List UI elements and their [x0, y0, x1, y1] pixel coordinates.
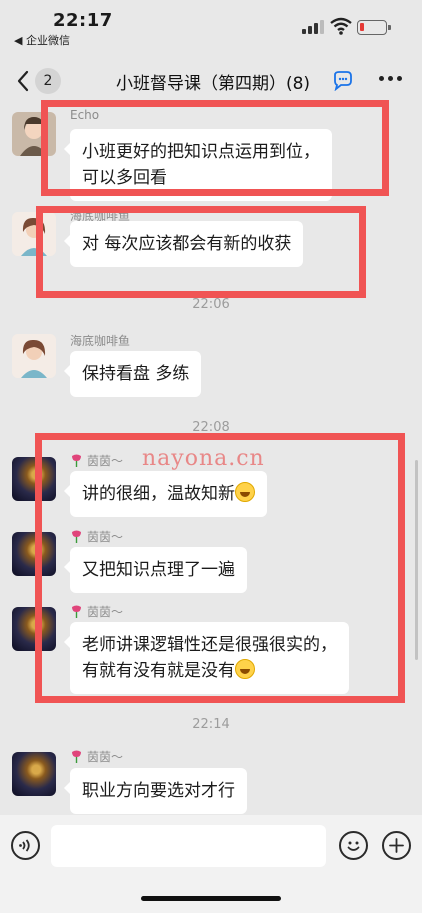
chat-title[interactable]: 小班督导课（第四期）(8) — [78, 69, 348, 94]
voice-icon[interactable] — [11, 831, 40, 860]
message-text: 职业方向要选对才行 — [82, 781, 235, 801]
input-bar — [0, 815, 422, 913]
chevron-left-icon[interactable] — [14, 69, 32, 93]
status-bar: 22:17 ◀ 企业微信 — [0, 0, 422, 50]
timestamp: 22:06 — [192, 297, 230, 312]
chat-bubble-icon — [334, 71, 352, 91]
sender-name: 海底咖啡鱼 — [70, 334, 131, 348]
highlight-box — [36, 206, 366, 298]
plus-icon[interactable] — [382, 831, 411, 860]
message-text: 保持看盘 多练 — [82, 364, 190, 384]
scrollbar[interactable] — [415, 460, 418, 660]
home-indicator[interactable] — [141, 896, 281, 901]
smile-icon[interactable] — [339, 831, 368, 860]
avatar[interactable] — [12, 752, 56, 796]
sender-name-text: 茵茵～ — [87, 750, 124, 764]
watermark-text: nayona.cn — [142, 446, 265, 471]
wifi-icon — [330, 17, 352, 35]
signal-icon — [302, 20, 324, 34]
highlight-box — [35, 433, 405, 703]
highlight-box — [41, 100, 389, 196]
message-input[interactable] — [51, 825, 326, 867]
battery-icon — [357, 20, 391, 35]
message-bubble[interactable]: 职业方向要选对才行 — [64, 768, 247, 814]
avatar[interactable] — [12, 334, 56, 378]
flower-icon — [72, 750, 81, 763]
ellipsis-icon[interactable] — [378, 75, 404, 83]
timestamp: 22:14 — [192, 717, 230, 732]
message-bubble[interactable]: 保持看盘 多练 — [63, 351, 202, 397]
status-time: 22:17 — [53, 10, 113, 31]
back-to-app-link[interactable]: ◀ 企业微信 — [14, 32, 70, 48]
sender-name: 茵茵～ — [70, 748, 123, 765]
unread-count-badge[interactable]: 2 — [35, 68, 61, 94]
